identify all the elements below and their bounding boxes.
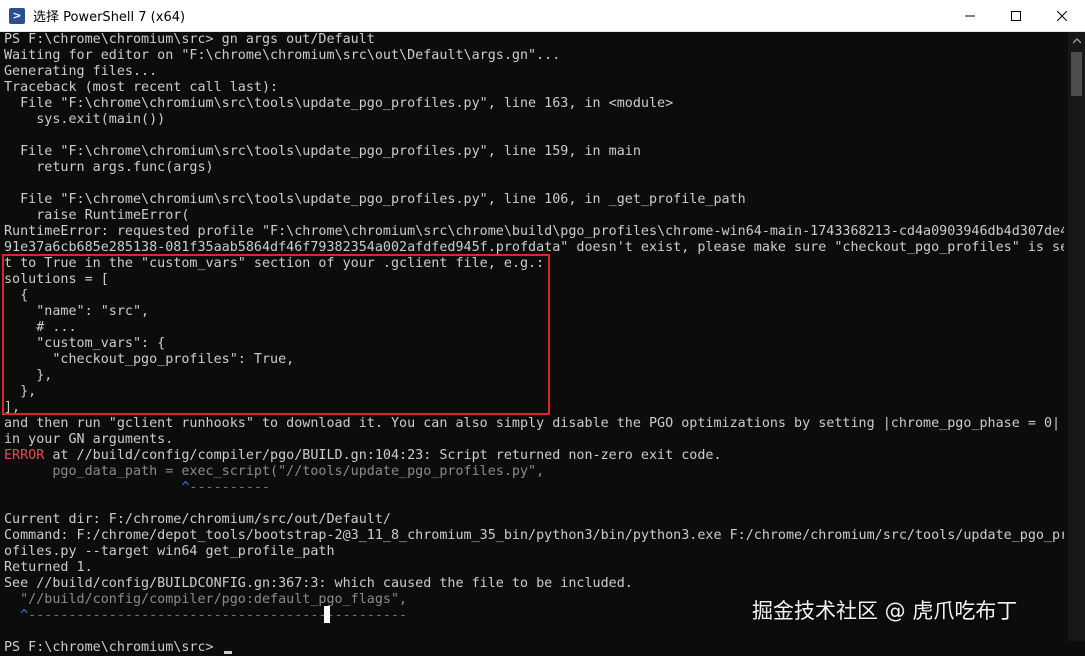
console-line: Waiting for editor on "F:\chrome\chromiu… (4, 48, 561, 63)
prompt-text: PS F:\chrome\chromium\src> (4, 640, 222, 655)
highlight-box (2, 254, 550, 415)
console-line: PS F:\chrome\chromium\src> gn args out/D… (4, 32, 375, 47)
console-line: Traceback (most recent call last): (4, 80, 279, 95)
console-line: Current dir: F:/chrome/chromium/src/out/… (4, 512, 391, 527)
console-line: raise RuntimeError( (4, 208, 190, 223)
console-line-error: ERROR at //build/config/compiler/pgo/BUI… (4, 448, 1064, 464)
close-icon (1057, 10, 1067, 21)
scroll-thumb[interactable] (1071, 52, 1082, 96)
chevron-up-icon (1072, 37, 1081, 43)
scroll-up-button[interactable] (1068, 32, 1085, 49)
console-line: File "F:\chrome\chromium\src\tools\updat… (4, 96, 674, 111)
close-button[interactable] (1039, 0, 1085, 31)
console-line: return args.func(args) (4, 160, 214, 175)
console-line: sys.exit(main()) (4, 112, 166, 127)
console-line: Returned 1. (4, 560, 93, 575)
vertical-scrollbar[interactable] (1068, 32, 1085, 641)
powershell-icon[interactable]: > (9, 7, 25, 24)
console-line: See //build/config/BUILDCONFIG.gn:367:3:… (4, 576, 633, 591)
console-line-caret: ^---------- (4, 480, 271, 495)
console-line: RuntimeError: requested profile "F:\chro… (4, 224, 1064, 239)
console-line: File "F:\chrome\chromium\src\tools\updat… (4, 192, 746, 207)
minimize-button[interactable] (947, 0, 993, 31)
minimize-icon (965, 15, 975, 16)
text-cursor (223, 651, 232, 654)
maximize-button[interactable] (993, 0, 1039, 31)
maximize-icon (1011, 10, 1021, 21)
console-line: Command: F:/chrome/depot_tools/bootstrap… (4, 528, 1064, 543)
console-line: and then run "gclient runhooks" to downl… (4, 416, 1061, 431)
console-line: File "F:\chrome\chromium\src\tools\updat… (4, 144, 641, 159)
error-message: at //build/config/compiler/pgo/BUILD.gn:… (52, 448, 722, 463)
ibeam-cursor-icon (324, 606, 330, 623)
console-line: in your GN arguments. (4, 432, 174, 447)
console-line: ofiles.py --target win64 get_profile_pat… (4, 544, 335, 559)
console-line: pgo_data_path = exec_script("//tools/upd… (4, 464, 545, 479)
title-bar[interactable]: > 选择 PowerShell 7 (x64) (0, 0, 1085, 32)
watermark: 掘金技术社区 @ 虎爪吃布丁 (752, 599, 1018, 623)
window-title: 选择 PowerShell 7 (x64) (33, 10, 186, 25)
error-label: ERROR (4, 448, 45, 463)
window-controls (947, 0, 1085, 31)
prompt-line[interactable]: PS F:\chrome\chromium\src> (4, 640, 1064, 656)
console-line: Generating files... (4, 64, 158, 79)
